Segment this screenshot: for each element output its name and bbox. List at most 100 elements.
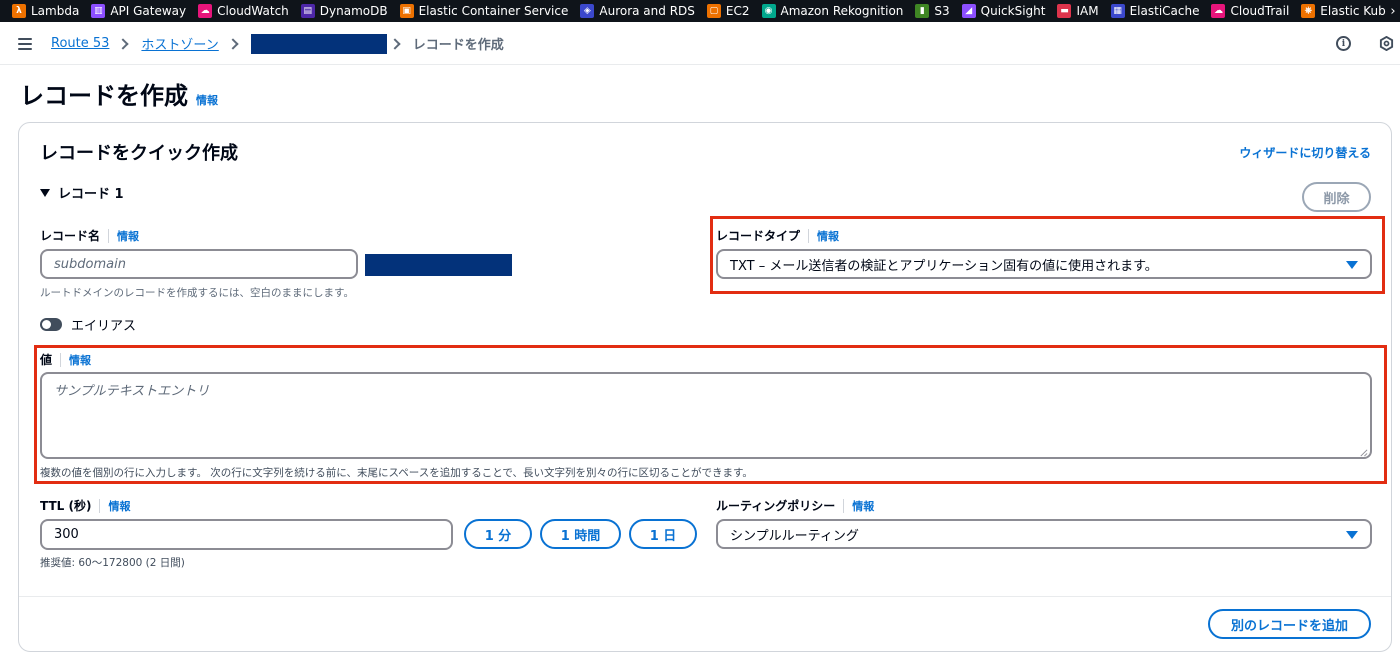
favorite-label: IAM (1076, 4, 1099, 18)
favorite-label: Elastic Container Service (418, 4, 569, 18)
breadcrumb-current: レコードを作成 (412, 38, 504, 53)
favorite-elasticache[interactable]: ▦ ElastiCache (1110, 0, 1200, 22)
value-label-row: 値 情報 (40, 351, 91, 368)
alias-toggle[interactable] (40, 318, 62, 331)
cloudwatch-icon: ☁ (198, 4, 213, 18)
routing-policy-value: シンプルルーティング (730, 528, 859, 544)
favorite-rds[interactable]: ◈ Aurora and RDS (580, 0, 695, 22)
favorite-label: Aurora and RDS (599, 4, 695, 18)
rekognition-icon: ◉ (761, 4, 776, 18)
record-name-hint: ルートドメインのレコードを作成するには、空白のままにします。 (40, 287, 354, 299)
favorite-label: QuickSight (980, 4, 1046, 18)
chevron-right-icon (227, 37, 239, 50)
delete-button[interactable]: 削除 (1302, 182, 1371, 212)
ec2-icon: ▢ (706, 4, 721, 18)
favorite-cloudwatch[interactable]: ☁ CloudWatch (198, 0, 289, 22)
page-title: レコードを作成 (20, 82, 188, 110)
favorite-ecs[interactable]: ▣ Elastic Container Service (399, 0, 569, 22)
value-textarea[interactable] (40, 372, 1372, 459)
domain-suffix-redacted (365, 254, 512, 276)
favorite-quicksight[interactable]: ◢ QuickSight (961, 0, 1046, 22)
caret-down-icon (1346, 261, 1358, 269)
ttl-label-row: TTL (秒) 情報 (40, 497, 130, 514)
container-title: レコードをクイック作成 (40, 143, 238, 164)
chevron-right-icon (389, 37, 401, 50)
api-gateway-icon: ▥ (91, 4, 106, 18)
record-type-info-link[interactable]: 情報 (817, 228, 839, 244)
favorite-label: Lambda (31, 4, 80, 18)
quick-create-container: レコードをクイック作成 ウィザードに切り替える レコード 1 削除 レコード名 … (18, 122, 1392, 652)
favorite-lambda[interactable]: λ Lambda (12, 0, 79, 22)
breadcrumb-bar: Route 53 ホストゾーン レコードを作成 i (0, 22, 1400, 65)
value-info-link[interactable]: 情報 (69, 352, 91, 368)
favorite-label: CloudTrail (1230, 4, 1290, 18)
record-header: レコード 1 (58, 187, 124, 202)
chevron-right-icon[interactable]: › (1386, 0, 1400, 22)
favorite-label: EC2 (725, 4, 750, 18)
favorite-dynamodb[interactable]: ▤ DynamoDB (300, 0, 388, 22)
menu-icon[interactable] (18, 38, 32, 50)
caret-down-icon (1346, 531, 1358, 539)
rds-icon: ◈ (580, 4, 595, 18)
record-type-label-row: レコードタイプ 情報 (716, 227, 839, 244)
label-divider (808, 228, 810, 243)
favorite-label: Amazon Rekognition (780, 4, 904, 18)
value-label: 値 (40, 353, 53, 367)
favorite-api-gateway[interactable]: ▥ API Gateway (91, 0, 186, 22)
favorite-s3[interactable]: ▮ S3 (915, 0, 950, 22)
favorite-label: S3 (934, 4, 950, 18)
record-type-label: レコードタイプ (716, 229, 801, 243)
favorites-bar: λ Lambda ▥ API Gateway ☁ CloudWatch ▤ DynamoDB ▣… (0, 0, 1400, 22)
ttl-input[interactable] (40, 519, 453, 550)
cloudtrail-icon: ☁ (1211, 4, 1226, 18)
label-divider (108, 228, 110, 243)
routing-label-row: ルーティングポリシー 情報 (716, 497, 874, 514)
ttl-1-day-button[interactable]: 1 日 (629, 519, 697, 549)
favorite-label: CloudWatch (217, 4, 289, 18)
label-divider (843, 498, 845, 513)
dynamodb-icon: ▤ (300, 4, 315, 18)
quicksight-icon: ◢ (961, 4, 976, 18)
ttl-1-minute-button[interactable]: 1 分 (464, 519, 532, 549)
record-type-value: TXT – メール送信者の検証とアプリケーション固有の値に使用されます。 (730, 258, 1158, 274)
favorite-label: API Gateway (110, 4, 187, 18)
record-name-info-link[interactable]: 情報 (117, 228, 139, 244)
ttl-hint: 推奨値: 60～172800 (2 日間) (40, 557, 185, 569)
favorite-label: DynamoDB (319, 4, 388, 18)
settings-hex-icon[interactable] (1379, 36, 1394, 51)
record-name-input[interactable] (40, 249, 358, 279)
record-type-select[interactable]: TXT – メール送信者の検証とアプリケーション固有の値に使用されます。 (716, 249, 1372, 279)
alias-label: エイリアス (71, 319, 137, 334)
ttl-info-link[interactable]: 情報 (108, 498, 130, 514)
routing-label: ルーティングポリシー (716, 499, 836, 513)
favorite-ec2[interactable]: ▢ EC2 (706, 0, 750, 22)
page-info-link[interactable]: 情報 (196, 92, 218, 108)
favorite-cloudtrail[interactable]: ☁ CloudTrail (1211, 0, 1289, 22)
caret-down-icon (40, 188, 50, 197)
resize-handle-icon[interactable] (1359, 448, 1368, 457)
label-divider (99, 498, 101, 513)
breadcrumb-route53[interactable]: Route 53 (51, 36, 109, 51)
switch-to-wizard-link[interactable]: ウィザードに切り替える (1239, 144, 1371, 161)
s3-icon: ▮ (915, 4, 930, 18)
ttl-label: TTL (秒) (40, 499, 92, 513)
breadcrumb-redacted-zone[interactable] (250, 33, 387, 54)
record-name-label: レコード名 (40, 229, 101, 243)
record-name-label-row: レコード名 情報 (40, 227, 139, 244)
record-1-expander[interactable]: レコード 1 (40, 183, 124, 202)
value-hint: 複数の値を個別の行に入力します。 次の行に文字列を続ける前に、末尾にスペースを追… (40, 467, 753, 479)
favorite-rekognition[interactable]: ◉ Amazon Rekognition (761, 0, 904, 22)
routing-policy-select[interactable]: シンプルルーティング (716, 519, 1372, 549)
ttl-1-hour-button[interactable]: 1 時間 (540, 519, 621, 549)
info-icon[interactable]: i (1336, 36, 1351, 51)
routing-info-link[interactable]: 情報 (852, 498, 874, 514)
label-divider (60, 352, 62, 367)
favorite-label: ElastiCache (1129, 4, 1200, 18)
lambda-icon: λ (12, 4, 26, 18)
eks-icon: ⎈ (1301, 4, 1316, 18)
favorite-iam[interactable]: ▬ IAM (1057, 0, 1099, 22)
add-another-record-button[interactable]: 別のレコードを追加 (1208, 609, 1371, 639)
breadcrumb-hosted-zones[interactable]: ホストゾーン (141, 34, 218, 53)
iam-icon: ▬ (1057, 4, 1072, 18)
breadcrumb: Route 53 ホストゾーン レコードを作成 (51, 22, 504, 65)
